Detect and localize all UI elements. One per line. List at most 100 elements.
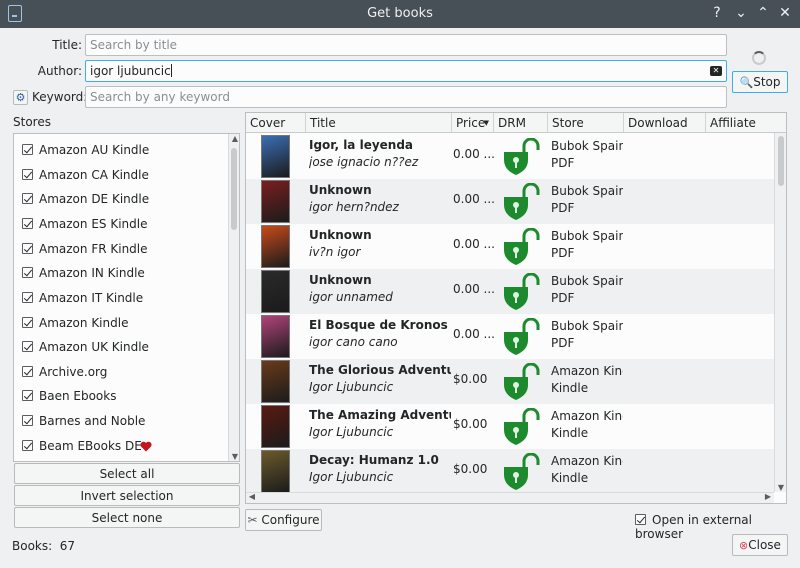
table-row[interactable]: Unknown iv?n igor 0.00 ... Bubok Spain PDF: [246, 224, 774, 269]
checkbox-icon[interactable]: [22, 193, 33, 204]
table-row[interactable]: Unknown igor hern?ndez 0.00 ... Bubok Spain…: [246, 179, 774, 224]
store-label: Barnes and Noble: [39, 414, 146, 428]
close-label: Close: [748, 538, 781, 552]
store-item[interactable]: Archive.org: [22, 362, 107, 382]
store-item[interactable]: Barnes and Noble: [22, 411, 145, 431]
book-author: igor cano cano: [309, 335, 398, 349]
book-cover-image: [261, 225, 290, 268]
book-price: $0.00: [453, 372, 488, 386]
results-table: Cover Title Price ▼ DRM Store Download Af…: [245, 112, 787, 504]
drm-free-lock-icon: [504, 138, 540, 175]
checkbox-icon[interactable]: [22, 292, 33, 303]
table-row[interactable]: Unknown igor unnamed 0.00 ... Bubok Spain PD…: [246, 269, 774, 314]
table-row[interactable]: The Amazing Adventures o Igor Ljubuncic $0…: [246, 404, 774, 449]
gear-icon[interactable]: ⚙: [13, 90, 28, 105]
stores-scrollbar[interactable]: ▲ ▼: [228, 134, 239, 461]
checkbox-icon[interactable]: [22, 243, 33, 254]
checkbox-icon[interactable]: [22, 341, 33, 352]
keyword-search-input[interactable]: Search by any keyword: [85, 86, 727, 108]
store-label: Amazon IT Kindle: [39, 291, 144, 305]
drm-free-lock-icon: [504, 453, 540, 490]
book-title: Unknown: [309, 183, 372, 197]
table-row[interactable]: El Bosque de Kronos igor cano cano 0.00 ..…: [246, 314, 774, 359]
author-input[interactable]: igor ljubuncic: [85, 60, 727, 82]
minimize-button[interactable]: ⌄: [732, 4, 750, 22]
store-item[interactable]: Amazon IT Kindle: [22, 288, 143, 308]
book-title: El Bosque de Kronos: [309, 318, 448, 332]
book-cover-image: [261, 180, 290, 223]
store-item[interactable]: Baen Ebooks: [22, 386, 116, 406]
checkbox-icon[interactable]: [22, 440, 33, 451]
horizontal-scrollbar[interactable]: ◀ ▶: [246, 492, 774, 503]
store-item[interactable]: Amazon Kindle: [22, 313, 128, 333]
column-header-drm[interactable]: DRM: [494, 113, 548, 133]
checkbox-icon[interactable]: [22, 144, 33, 155]
drm-free-lock-icon: [504, 228, 540, 265]
store-item[interactable]: Amazon IN Kindle: [22, 263, 145, 283]
stop-button[interactable]: 🔍Stop: [732, 71, 788, 93]
checkbox-icon[interactable]: [22, 169, 33, 180]
select-none-button[interactable]: Select none: [14, 507, 240, 528]
checkbox-icon[interactable]: [22, 267, 33, 278]
book-author: igor hern?ndez: [309, 200, 399, 214]
table-row[interactable]: Decay: Humanz 1.0 Igor Ljubuncic $0.00 Amaz…: [246, 449, 774, 494]
store-name: Bubok Spain: [551, 319, 623, 333]
close-window-button[interactable]: ✕: [776, 4, 794, 22]
store-name: Bubok Spain: [551, 139, 623, 153]
results-scrollbar[interactable]: ▼: [774, 133, 786, 492]
keyword-label: Keyword:: [32, 90, 88, 104]
column-header-affiliate[interactable]: Affiliate: [706, 113, 786, 133]
column-header-store[interactable]: Store: [548, 113, 624, 133]
close-button[interactable]: ⊗Close: [732, 534, 788, 556]
checkbox-icon[interactable]: [22, 317, 33, 328]
tools-icon: ✂: [247, 513, 258, 527]
store-item[interactable]: Beam EBooks DE: [22, 436, 152, 456]
scroll-right-icon[interactable]: ▶: [762, 492, 774, 501]
store-name: Bubok Spain: [551, 229, 623, 243]
select-all-button[interactable]: Select all: [14, 463, 240, 484]
scrollbar-thumb[interactable]: [778, 136, 784, 186]
book-cover-image: [261, 405, 290, 448]
book-price: $0.00: [453, 417, 488, 431]
book-cover-image: [261, 360, 290, 403]
column-header-price[interactable]: Price ▼: [452, 113, 494, 133]
column-header-download[interactable]: Download: [624, 113, 706, 133]
column-header-cover[interactable]: Cover: [246, 113, 306, 133]
title-search-input[interactable]: Search by title: [85, 34, 727, 56]
heart-icon: [140, 441, 152, 452]
help-button[interactable]: ?: [708, 4, 726, 22]
book-format: PDF: [551, 201, 575, 215]
table-row[interactable]: The Glorious Adventures of Igor Ljubuncic…: [246, 359, 774, 404]
book-price: 0.00 ...: [453, 327, 495, 341]
book-price: $0.00: [453, 462, 488, 476]
book-title: Unknown: [309, 228, 372, 242]
scroll-left-icon[interactable]: ◀: [246, 492, 258, 501]
column-header-title[interactable]: Title: [306, 113, 452, 133]
book-title: The Amazing Adventures o: [309, 408, 451, 422]
checkbox-icon[interactable]: [22, 218, 33, 229]
scrollbar-thumb[interactable]: [231, 148, 237, 230]
scroll-down-icon[interactable]: ▼: [775, 483, 786, 492]
clear-text-icon[interactable]: ✕: [710, 66, 722, 76]
table-row[interactable]: Igor, la leyenda jose ignacio n??ez 0.00 .…: [246, 134, 774, 179]
maximize-button[interactable]: ⌃: [754, 4, 772, 22]
store-item[interactable]: Amazon ES Kindle: [22, 214, 147, 234]
store-label: Beam EBooks DE: [39, 439, 142, 453]
store-item[interactable]: Amazon AU Kindle: [22, 140, 149, 160]
store-item[interactable]: Amazon UK Kindle: [22, 337, 149, 357]
invert-selection-button[interactable]: Invert selection: [14, 485, 240, 506]
store-item[interactable]: Amazon FR Kindle: [22, 239, 148, 259]
checkbox-icon[interactable]: [22, 415, 33, 426]
book-author: Igor Ljubuncic: [309, 425, 394, 439]
scroll-up-icon[interactable]: ▲: [229, 134, 241, 143]
checkbox-icon[interactable]: [635, 514, 646, 525]
book-title: Decay: Humanz 1.0: [309, 453, 439, 467]
store-item[interactable]: Amazon DE Kindle: [22, 189, 149, 209]
checkbox-icon[interactable]: [22, 390, 33, 401]
scroll-down-icon[interactable]: ▼: [229, 452, 241, 461]
book-store: Amazon Kindl Kindle: [551, 453, 623, 487]
store-item[interactable]: Amazon CA Kindle: [22, 165, 149, 185]
book-author: jose ignacio n??ez: [309, 155, 419, 169]
checkbox-icon[interactable]: [22, 366, 33, 377]
configure-button[interactable]: ✂ Configure: [245, 509, 322, 531]
